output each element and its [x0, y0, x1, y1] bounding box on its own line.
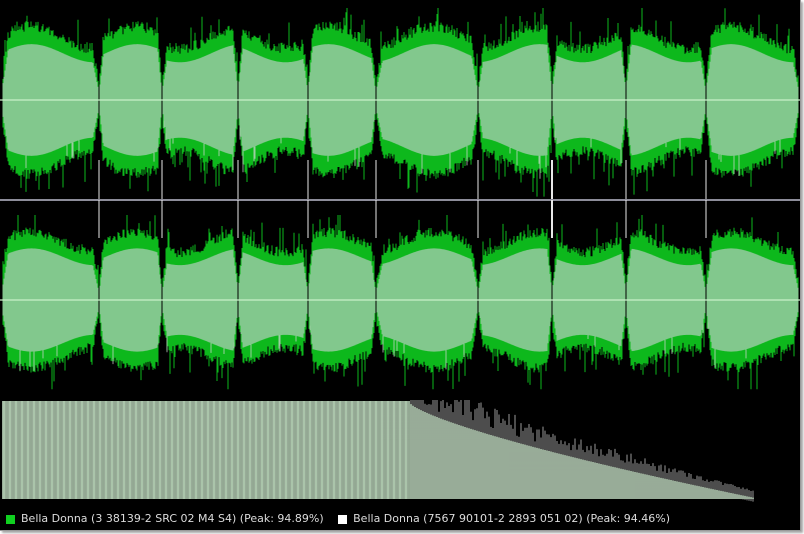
- waveform-segment: [238, 222, 308, 364]
- waveform-segment: [626, 215, 706, 377]
- waveform-segment: [162, 16, 238, 187]
- waveform-segment: [552, 18, 626, 186]
- waveform-segment: [2, 215, 99, 390]
- legend-swatch-green: [5, 513, 16, 525]
- waveform-segment: [552, 222, 626, 373]
- legend-swatch-white: [337, 513, 349, 525]
- waveform-channel-bottom: [0, 200, 800, 390]
- waveform-segment: [308, 215, 376, 387]
- waveform-channel-top: [0, 8, 800, 199]
- waveform-comparison-view: Bella Donna (3 38139-2 SRC 02 M4 S4) (Pe…: [0, 0, 801, 531]
- legend-label: Bella Donna (7567 90101-2 2893 051 02) (…: [353, 512, 671, 525]
- spectrum-primary: [2, 401, 754, 499]
- waveform-segment: [706, 8, 799, 187]
- waveform-segment: [706, 217, 799, 390]
- waveform-segment: [478, 223, 552, 390]
- waveform-segment: [99, 215, 162, 381]
- waveform-segment: [238, 22, 308, 182]
- waveform-segment: [376, 215, 478, 390]
- waveform-segment: [308, 8, 376, 180]
- legend-label: Bella Donna (3 38139-2 SRC 02 M4 S4) (Pe…: [21, 512, 324, 525]
- frequency-spectrum: [2, 400, 754, 502]
- waveform-segment: [2, 15, 99, 192]
- waveform-segment: [99, 17, 162, 192]
- legend-item-primary: Bella Donna (3 38139-2 SRC 02 M4 S4) (Pe…: [5, 508, 324, 530]
- legend: Bella Donna (3 38139-2 SRC 02 M4 S4) (Pe…: [0, 508, 800, 530]
- waveform-segment: [626, 8, 706, 195]
- waveform-segment: [162, 226, 238, 390]
- waveform-segment: [478, 8, 552, 197]
- legend-item-secondary: Bella Donna (7567 90101-2 2893 051 02) (…: [337, 508, 670, 530]
